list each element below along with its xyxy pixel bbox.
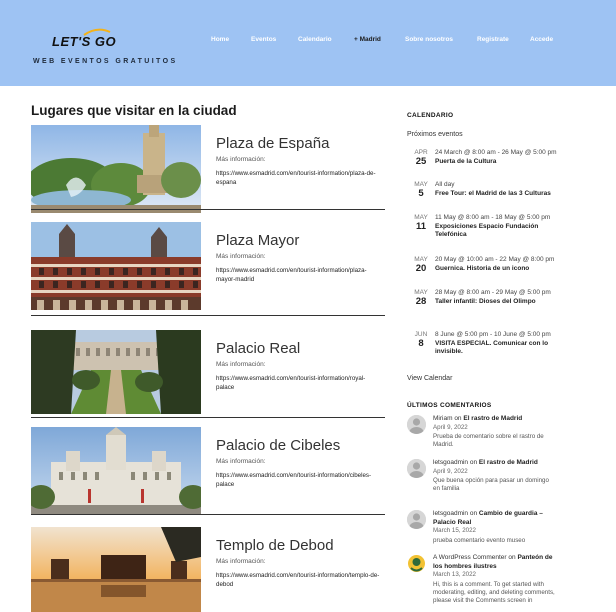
comment-date: March 15, 2022 [433,527,476,534]
nav-registrate[interactable]: Registrate [477,36,509,43]
place-card: Templo de Debod Más información: https:/… [31,527,385,612]
avatar [407,459,426,478]
place-url[interactable]: https://www.esmadrid.com/en/tourist-info… [216,170,381,187]
comments-heading: ÚLTIMOS COMENTARIOS [407,402,492,409]
place-card: Plaza de España Más información: https:/… [31,125,385,213]
nav-accede[interactable]: Accede [530,36,553,43]
comment-date: April 9, 2022 [433,467,468,475]
event-title[interactable]: Exposiciones Espacio Fundación Telefónic… [435,223,560,240]
logo-text: LET'S GO [52,34,117,49]
divider [31,417,385,418]
event-date: MAY 28 [407,289,435,307]
comment-author[interactable]: letsgoadmin [433,459,468,466]
comment-author[interactable]: A WordPress Commenter [433,554,507,561]
place-card: Plaza Mayor Más información: https://www… [31,222,385,316]
place-card: Palacio Real Más información: https://ww… [31,330,385,418]
place-url[interactable]: https://www.esmadrid.com/en/tourist-info… [216,375,381,392]
place-name[interactable]: Palacio Real [216,340,300,357]
nav-eventos[interactable]: Eventos [251,36,276,43]
place-url[interactable]: https://www.esmadrid.com/en/tourist-info… [216,267,381,284]
place-image-templo-debod[interactable] [31,527,201,612]
event-when: 20 May @ 10:00 am - 22 May @ 8:00 pm [435,256,555,263]
event-when: 11 May @ 8:00 am - 18 May @ 5:00 pm [435,214,551,221]
event-title[interactable]: Puerta de la Cultura [435,158,560,167]
nav-madrid[interactable]: + Madrid [354,36,381,43]
event-date: MAY 20 [407,256,435,274]
comment-text: Hi, this is a comment. To get started wi… [433,580,555,604]
divider [31,514,385,515]
comment-text: prueba comentario evento museo [433,536,526,544]
view-calendar-link[interactable]: View Calendar [407,375,452,382]
divider [31,209,385,210]
event-when: 24 March @ 8:00 am - 26 May @ 5:00 pm [435,149,557,156]
nav-sobre-nosotros[interactable]: Sobre nosotros [405,36,453,43]
comment-post-link[interactable]: El rastro de Madrid [463,415,522,422]
event-day: 20 [415,263,427,274]
place-more-label: Más información: [216,253,266,260]
comment-author[interactable]: letsgoadmin [433,510,468,517]
place-name[interactable]: Templo de Debod [216,537,334,554]
comment-text: Prueba de comentario sobre el rastro de … [433,433,544,448]
comment-author[interactable]: Miriam [433,415,453,422]
place-url[interactable]: https://www.esmadrid.com/en/tourist-info… [216,472,381,489]
event-date: MAY 5 [407,181,435,199]
comment-date: April 9, 2022 [433,423,468,431]
place-name[interactable]: Palacio de Cibeles [216,437,340,454]
event-title[interactable]: VISITA ESPECIAL. Comunicar con lo invisi… [435,340,560,357]
comment-post-link[interactable]: El rastro de Madrid [479,459,538,466]
nav-home[interactable]: Home [211,36,229,43]
avatar [407,415,426,434]
event-day: 25 [415,156,427,167]
calendar-heading: CALENDARIO [407,112,454,119]
place-more-label: Más información: [216,558,266,565]
avatar [407,554,426,573]
place-name[interactable]: Plaza Mayor [216,232,299,249]
place-image-palacio-real[interactable] [31,330,201,418]
event-day: 28 [415,296,427,307]
event-date: JUN 8 [407,331,435,349]
comment-on: on [508,554,516,561]
event-day: 8 [418,338,424,349]
upcoming-label: Próximos eventos [407,131,463,138]
comment-on: on [469,510,478,517]
site-tagline: WEB EVENTOS GRATUITOS [33,58,178,65]
comment-date: March 13, 2022 [433,571,476,578]
comment-text: Que buena opción para pasar un domingo e… [433,477,549,492]
place-image-plaza-espana[interactable] [31,125,201,213]
comment-on: on [469,459,478,466]
event-title[interactable]: Guernica. Historia de un icono [435,265,560,274]
place-more-label: Más información: [216,361,266,368]
place-name[interactable]: Plaza de España [216,135,329,152]
divider [31,315,385,316]
event-when: 8 June @ 5:00 pm - 10 June @ 5:00 pm [435,331,551,338]
avatar [407,510,426,529]
place-image-plaza-mayor[interactable] [31,222,201,310]
place-more-label: Más información: [216,458,266,465]
event-day: 5 [418,188,424,199]
place-more-label: Más información: [216,156,266,163]
site-logo[interactable]: LET'S GO [52,28,142,52]
event-title[interactable]: Taller infantil: Dioses del Olimpo [435,298,560,307]
comment-on: on [454,415,462,422]
nav-calendario[interactable]: Calendario [298,36,332,43]
event-title[interactable]: Free Tour: el Madrid de las 3 Culturas [435,190,560,199]
place-card: Palacio de Cibeles Más información: http… [31,427,385,515]
event-day: 11 [415,221,427,232]
event-when: 28 May @ 8:00 am - 29 May @ 5:00 pm [435,289,551,296]
event-when: All day [435,181,455,188]
site-header: LET'S GO WEB EVENTOS GRATUITOS Home Even… [0,0,616,86]
event-date: APR 25 [407,149,435,167]
place-image-palacio-cibeles[interactable] [31,427,201,515]
page-title: Lugares que visitar en la ciudad [31,103,237,118]
place-url[interactable]: https://www.esmadrid.com/en/tourist-info… [216,572,381,589]
event-date: MAY 11 [407,214,435,232]
